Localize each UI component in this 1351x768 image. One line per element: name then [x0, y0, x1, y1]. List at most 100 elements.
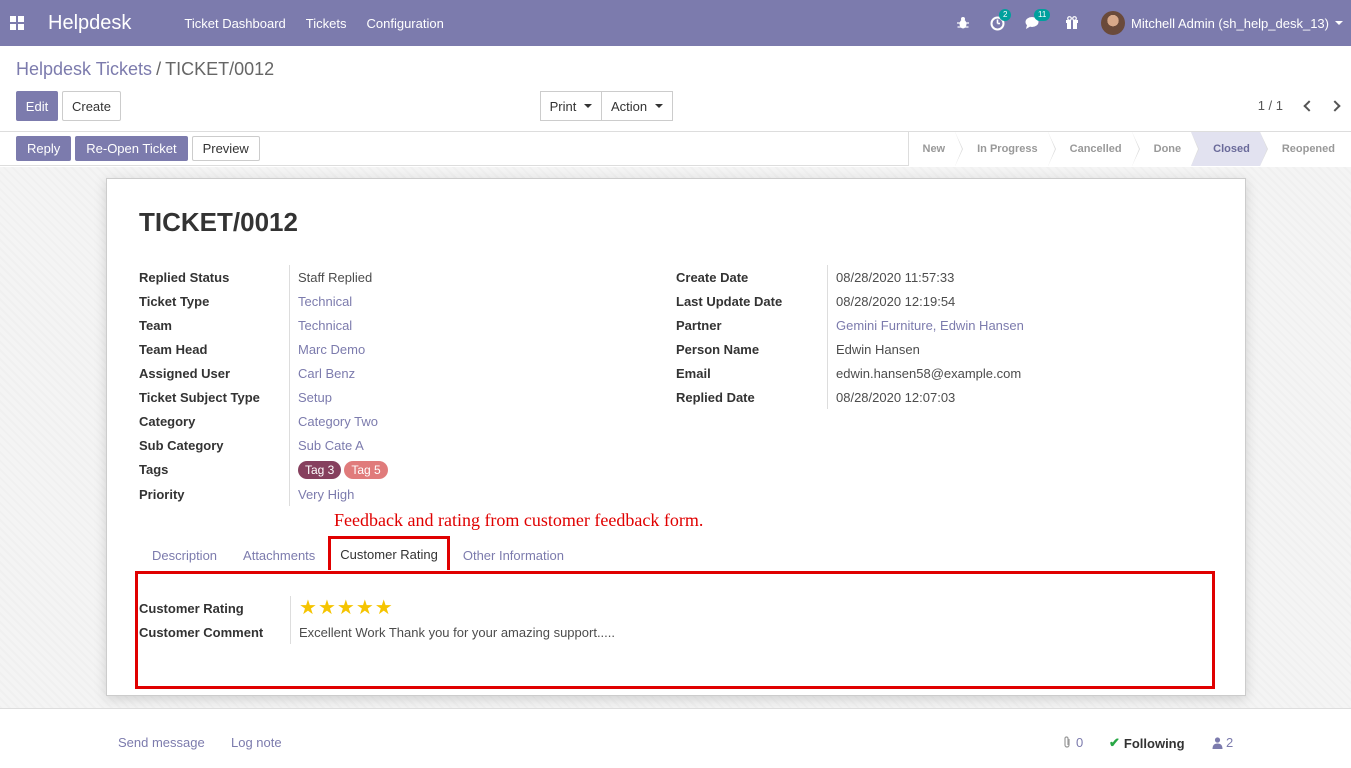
send-message-button[interactable]: Send message [118, 735, 205, 750]
field-replied-date: Replied Date 08/28/2020 12:07:03 [676, 385, 1156, 409]
field-last-update-date: Last Update Date 08/28/2020 12:19:54 [676, 289, 1156, 313]
following-label: Following [1123, 735, 1185, 751]
chevron-down-icon [584, 104, 593, 108]
menu-configuration[interactable]: Configuration [367, 16, 444, 31]
breadcrumb-parent[interactable]: Helpdesk Tickets [16, 59, 152, 79]
sidebar-actions: Print Action [540, 91, 673, 121]
stage-reopened[interactable]: Reopened [1259, 132, 1351, 166]
notebook-tabs: Description Attachments Customer Rating … [139, 536, 1219, 571]
attachment-button[interactable]: 0 [1062, 735, 1083, 750]
pager-next-icon[interactable] [1329, 99, 1341, 112]
header-buttons: Reply Re-Open Ticket Preview [16, 136, 264, 161]
subject-type-link[interactable]: Setup [289, 385, 332, 409]
create-button[interactable]: Create [62, 91, 121, 121]
stage-in-progress[interactable]: In Progress [955, 132, 1056, 166]
activity-clock-icon[interactable]: 2 [990, 8, 1012, 31]
action-label: Action [610, 98, 648, 114]
star-icon[interactable]: ★ [299, 598, 317, 618]
star-icon[interactable]: ★ [356, 598, 374, 618]
partner-link[interactable]: Gemini Furniture, Edwin Hansen [827, 313, 1024, 337]
statusbar: Reply Re-Open Ticket Preview New In Prog… [0, 132, 1351, 166]
field-ticket-type: Ticket Type Technical [139, 289, 619, 313]
user-menu[interactable]: Mitchell Admin (sh_help_desk_13) [1131, 16, 1329, 31]
reopen-ticket-button[interactable]: Re-Open Ticket [75, 136, 188, 161]
field-create-date: Create Date 08/28/2020 11:57:33 [676, 265, 1156, 289]
category-link[interactable]: Category Two [289, 409, 378, 433]
app-name: Helpdesk [48, 11, 132, 34]
pager-previous-icon[interactable] [1303, 99, 1315, 112]
team-head-link[interactable]: Marc Demo [289, 337, 365, 361]
chevron-down-icon [655, 104, 664, 108]
tab-other-information[interactable]: Other Information [450, 539, 577, 571]
field-category: Category Category Two [139, 409, 619, 433]
star-icon[interactable]: ★ [375, 598, 393, 618]
messages-chat-icon[interactable]: 11 [1025, 9, 1051, 30]
action-dropdown[interactable]: Action [602, 91, 673, 121]
tab-description[interactable]: Description [139, 539, 230, 571]
debug-bug-icon[interactable] [956, 16, 970, 30]
breadcrumb: Helpdesk Tickets / TICKET/0012 [16, 59, 274, 80]
field-label: Customer Rating [139, 600, 244, 616]
field-assigned-user: Assigned User Carl Benz [139, 361, 619, 385]
field-label: Last Update Date [676, 293, 783, 309]
left-field-group: Replied Status Staff Replied Ticket Type T… [139, 265, 619, 506]
pager-value[interactable]: 1 / 1 [1258, 98, 1283, 113]
star-icon[interactable]: ★ [318, 598, 336, 618]
field-value: 08/28/2020 12:19:54 [827, 289, 955, 313]
tab-customer-rating[interactable]: Customer Rating [328, 536, 450, 570]
field-customer-rating: Customer Rating ★ ★ ★ ★ ★ [139, 596, 394, 620]
tab-attachments[interactable]: Attachments [230, 539, 328, 571]
stage-pipeline: New In Progress Cancelled Done Closed Re… [907, 132, 1351, 166]
tag-badge[interactable]: Tag 5 [344, 460, 388, 479]
field-label: Ticket Type [139, 293, 210, 309]
field-customer-comment: Customer Comment Excellent Work Thank yo… [139, 620, 615, 644]
menu-ticket-dashboard[interactable]: Ticket Dashboard [184, 16, 285, 31]
field-label: Assigned User [139, 365, 231, 381]
print-label: Print [549, 98, 577, 114]
assigned-user-link[interactable]: Carl Benz [289, 361, 355, 385]
log-note-button[interactable]: Log note [231, 735, 282, 750]
tags-value: Tag 3 Tag 5 [289, 457, 391, 482]
systray: 2 11 Mitchell Admin (sh_help_desk_13) [956, 0, 1351, 46]
breadcrumb-current: TICKET/0012 [165, 59, 275, 79]
team-link[interactable]: Technical [289, 313, 352, 337]
field-value: Edwin Hansen [827, 337, 920, 361]
sub-category-link[interactable]: Sub Cate A [289, 433, 364, 457]
field-label: Priority [139, 486, 185, 502]
field-replied-status: Replied Status Staff Replied [139, 265, 619, 289]
field-label: Person Name [676, 341, 760, 357]
following-button[interactable]: ✔ Following [1109, 735, 1185, 751]
field-label: Replied Status [139, 269, 230, 285]
edit-button[interactable]: Edit [16, 91, 58, 121]
stage-new[interactable]: New [908, 132, 963, 166]
field-label: Sub Category [139, 437, 224, 453]
field-label: Replied Date [676, 389, 755, 405]
followers-button[interactable]: 2 [1212, 735, 1233, 750]
stage-closed[interactable]: Closed [1191, 132, 1268, 166]
field-email: Email edwin.hansen58@example.com [676, 361, 1156, 385]
check-icon: ✔ [1109, 735, 1120, 750]
field-tags: Tags Tag 3 Tag 5 [139, 457, 619, 482]
user-avatar[interactable] [1101, 11, 1125, 35]
stage-cancelled[interactable]: Cancelled [1047, 132, 1140, 166]
field-team: Team Technical [139, 313, 619, 337]
preview-button[interactable]: Preview [191, 136, 260, 161]
stage-done[interactable]: Done [1131, 132, 1199, 166]
right-field-group: Create Date 08/28/2020 11:57:33 Last Upda… [676, 265, 1156, 409]
pager: 1 / 1 [1258, 98, 1341, 113]
apps-menu-icon[interactable] [10, 16, 24, 30]
field-label: Team [139, 317, 172, 333]
field-value: Staff Replied [289, 265, 372, 289]
user-menu-caret-icon[interactable] [1335, 21, 1343, 25]
follower-count: 2 [1226, 735, 1234, 750]
star-icon[interactable]: ★ [337, 598, 355, 618]
field-label: Partner [676, 317, 722, 333]
gift-icon[interactable] [1065, 16, 1079, 30]
ticket-title: TICKET/0012 [139, 207, 298, 237]
ticket-type-link[interactable]: Technical [289, 289, 352, 313]
field-priority: Priority Very High [139, 482, 619, 506]
print-dropdown[interactable]: Print [540, 91, 602, 121]
tag-badge[interactable]: Tag 3 [298, 460, 342, 479]
menu-tickets[interactable]: Tickets [306, 16, 347, 31]
reply-button[interactable]: Reply [16, 136, 72, 161]
